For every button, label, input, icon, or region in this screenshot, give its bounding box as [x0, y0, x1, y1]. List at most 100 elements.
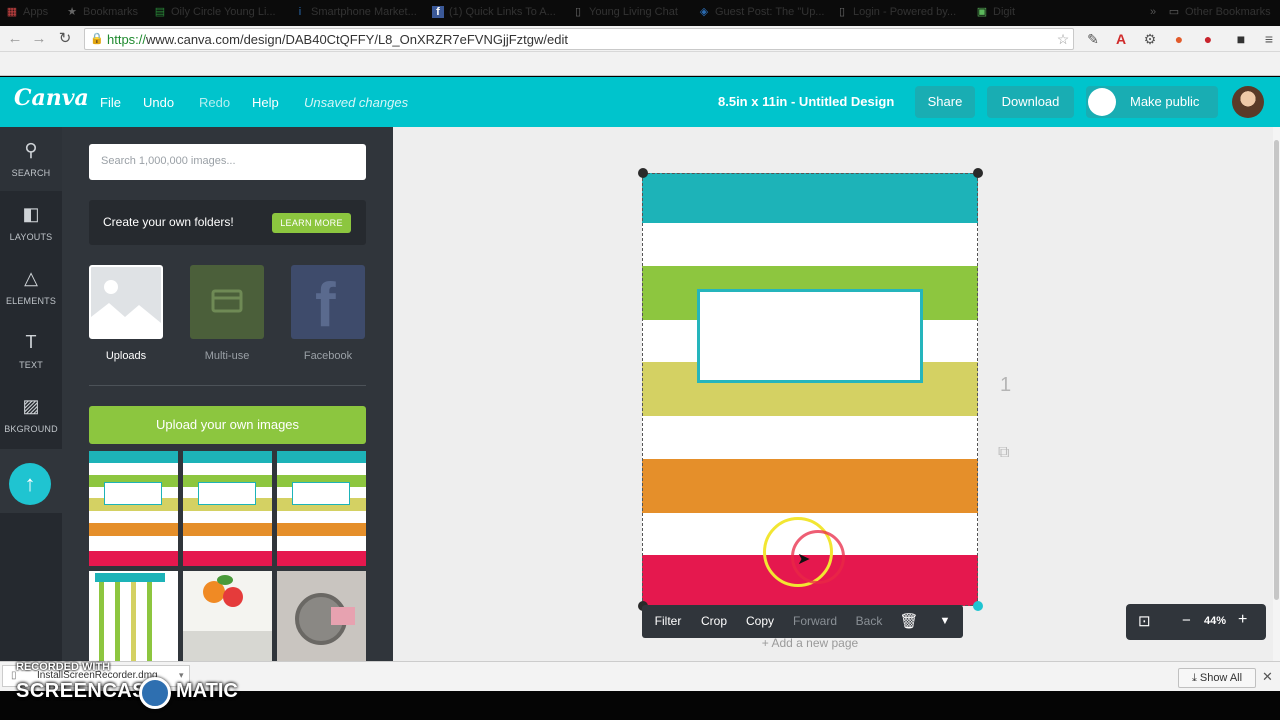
facebook-label: Facebook: [303, 350, 353, 362]
menu-file[interactable]: File: [100, 95, 121, 110]
nav-search[interactable]: ⚲ SEARCH: [0, 127, 62, 191]
app-header: Canva File Undo Redo Help Unsaved change…: [0, 77, 1280, 127]
gear-icon[interactable]: ⚙: [1141, 30, 1159, 48]
page-number: 1: [1000, 374, 1012, 396]
nav-label: ELEMENTS: [5, 296, 57, 306]
star-icon[interactable]: ☆: [1054, 30, 1072, 48]
menu-undo[interactable]: Undo: [143, 95, 174, 110]
upload-arrow-icon[interactable]: ↑: [9, 463, 51, 505]
nav-text[interactable]: T TEXT: [0, 319, 62, 383]
zoom-out-button[interactable]: −: [1182, 612, 1191, 629]
eyedropper-icon[interactable]: ✎: [1084, 30, 1102, 48]
bookmark-label: Guest Post: The "Up...: [715, 6, 825, 18]
pinterest-icon[interactable]: ●: [1199, 30, 1217, 48]
add-page-button[interactable]: + Add a new page: [642, 636, 978, 650]
crop-button[interactable]: Crop: [696, 605, 732, 638]
show-all-label: Show All: [1199, 672, 1243, 684]
resize-handle[interactable]: [973, 168, 983, 178]
zoom-in-button[interactable]: +: [1238, 611, 1247, 629]
download-button[interactable]: Download: [987, 86, 1074, 118]
upload-thumbnail[interactable]: [183, 571, 272, 661]
back-button[interactable]: Back: [852, 605, 886, 638]
bookmark-young-living[interactable]: ▯ Young Living Chat: [572, 4, 678, 20]
lock-icon: 🔒: [90, 33, 104, 45]
learn-more-button[interactable]: LEARN MORE: [272, 213, 351, 233]
share-button[interactable]: Share: [915, 86, 975, 118]
bookmark-digit[interactable]: ▣ Digit: [976, 4, 1015, 20]
make-public-label: Make public: [1130, 94, 1200, 109]
menu-icon[interactable]: ≡: [1260, 30, 1278, 48]
digit-icon: ▣: [976, 6, 988, 18]
trash-icon[interactable]: 🗑: [898, 605, 920, 638]
bookmark-label: Apps: [23, 6, 49, 18]
acrobat-icon[interactable]: A: [1112, 30, 1130, 48]
make-public-toggle[interactable]: Make public: [1086, 86, 1218, 118]
avatar[interactable]: [1232, 86, 1264, 118]
watermark-brand-left: SCREENCAST: [16, 680, 159, 702]
url-input[interactable]: 🔒 https://www.canva.com/design/DAB40CtQF…: [84, 28, 1074, 50]
present-icon[interactable]: ⊡: [1138, 612, 1151, 630]
element-toolbar: Filter Crop Copy Forward Back 🗑 ▼: [642, 605, 963, 638]
bookmark-guest-post[interactable]: ◈ Guest Post: The "Up...: [698, 4, 825, 20]
upload-thumbnail[interactable]: [277, 451, 366, 566]
bookmark-label: Digit: [993, 6, 1016, 18]
bookmark-apps[interactable]: ▦ Apps: [6, 4, 48, 20]
upload-thumbnail[interactable]: [183, 451, 272, 566]
show-all-button[interactable]: ⤓ Show All: [1178, 668, 1256, 688]
bookmark-oily-circle[interactable]: ▤ Oily Circle Young Li...: [154, 4, 276, 20]
bookmark-label: Other Bookmarks: [1185, 6, 1271, 18]
layouts-icon: ◧: [22, 204, 40, 224]
reload-icon[interactable]: ↻: [56, 30, 74, 48]
info-icon: i: [298, 6, 302, 18]
extension-orange-icon[interactable]: ●: [1170, 30, 1188, 48]
url-path: www.canva.com/design/DAB40CtQFFY/L8_OnXR…: [146, 32, 568, 47]
upload-thumbnail[interactable]: [89, 451, 178, 566]
scrollbar-thumb[interactable]: [1274, 140, 1279, 600]
filter-button[interactable]: Filter: [650, 605, 686, 638]
forward-arrow-icon[interactable]: →: [30, 30, 48, 48]
upload-thumbnail[interactable]: [89, 571, 178, 661]
forward-button[interactable]: Forward: [788, 605, 842, 638]
bookmark-bookmarks[interactable]: ★ Bookmarks: [66, 4, 138, 20]
upload-thumbnail[interactable]: [277, 571, 366, 661]
menu-help[interactable]: Help: [252, 95, 279, 110]
facebook-tile[interactable]: f: [291, 265, 365, 339]
nav-layouts[interactable]: ◧ LAYOUTS: [0, 191, 62, 255]
page-icon: ▯: [838, 6, 846, 18]
nav-background[interactable]: ▨ BKGROUND: [0, 383, 62, 447]
folder-icon: ▭: [1168, 6, 1180, 18]
mouse-pointer-icon: ➤: [797, 551, 811, 568]
bookmark-label: Login - Powered by...: [853, 6, 957, 18]
chevron-down-icon[interactable]: ▼: [932, 605, 958, 638]
bookmark-quick-links[interactable]: f (1) Quick Links To A...: [432, 4, 556, 20]
bookmark-other[interactable]: ▭ Other Bookmarks: [1168, 4, 1271, 20]
copy-button[interactable]: Copy: [742, 605, 778, 638]
nav-label: BKGROUND: [4, 424, 58, 434]
nav-elements[interactable]: △ ELEMENTS: [0, 255, 62, 319]
zoom-control: ⊡ − 44% +: [1126, 604, 1266, 640]
canva-logo[interactable]: Canva: [14, 85, 89, 111]
folders-promo-text: Create your own folders!: [103, 215, 234, 229]
upload-images-button[interactable]: Upload your own images: [89, 406, 366, 444]
multi-use-tile[interactable]: [190, 265, 264, 339]
resize-handle[interactable]: [973, 601, 983, 611]
bookmark-smartphone[interactable]: i Smartphone Market...: [294, 4, 417, 20]
bookmarks-overflow-icon[interactable]: »: [1150, 4, 1156, 20]
facebook-icon: f: [315, 271, 336, 340]
resize-handle[interactable]: [638, 168, 648, 178]
uploads-tile[interactable]: [89, 265, 163, 339]
zoom-level: 44%: [1204, 615, 1227, 627]
back-arrow-icon[interactable]: ←: [6, 30, 24, 48]
download-arrow-icon: ⤓: [1191, 672, 1200, 684]
side-panel: Search 1,000,000 images... Create your o…: [62, 127, 393, 661]
duplicate-page-icon[interactable]: ⧉: [998, 444, 1009, 462]
document-title[interactable]: 8.5in x 11in - Untitled Design: [718, 94, 894, 109]
bookmark-login[interactable]: ▯ Login - Powered by...: [836, 4, 956, 20]
menu-redo[interactable]: Redo: [199, 95, 230, 110]
image-search-field[interactable]: Search 1,000,000 images...: [89, 144, 366, 180]
profile-badge-icon[interactable]: ■: [1232, 30, 1250, 48]
shapes-icon: △: [24, 268, 38, 288]
bookmark-label: Smartphone Market...: [311, 6, 417, 18]
card-icon: [211, 289, 243, 313]
close-icon[interactable]: ✕: [1262, 669, 1273, 685]
